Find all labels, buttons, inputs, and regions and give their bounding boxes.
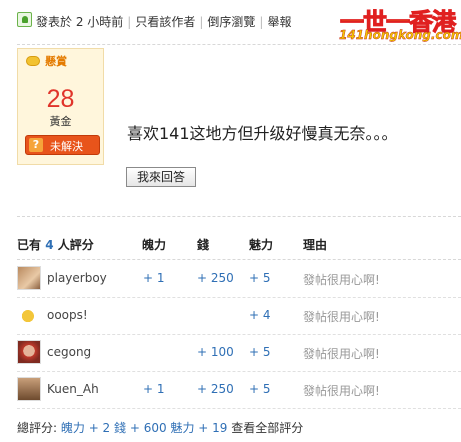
reverse-order-link[interactable]: 倒序瀏覽 bbox=[207, 13, 255, 30]
column-header-charm: 魅力 bbox=[249, 238, 274, 252]
rater-username[interactable]: cegong bbox=[47, 345, 91, 359]
separator: | bbox=[199, 15, 204, 29]
power-value: + 1 bbox=[143, 271, 165, 285]
reason-text: 發帖很用心啊! bbox=[303, 347, 380, 361]
rating-row: playerboy + 1 + 250 + 5 發帖很用心啊! bbox=[17, 261, 461, 298]
column-header-money: 錢 bbox=[197, 238, 210, 252]
post-message: 喜欢141这地方但升级好慢真无奈。。。 bbox=[127, 124, 398, 143]
total-power: 魄力 + 2 bbox=[60, 421, 111, 435]
avatar[interactable] bbox=[17, 303, 41, 327]
online-user-icon bbox=[17, 12, 32, 27]
total-label: 總評分: bbox=[17, 421, 58, 435]
rating-row: ooops! + 4 發帖很用心啊! bbox=[17, 298, 461, 335]
question-icon: ? bbox=[29, 138, 43, 152]
post-meta: 發表於 2 小時前 | 只看該作者 | 倒序瀏覽 | 舉報 bbox=[36, 13, 291, 30]
total-money: 錢 + 600 bbox=[114, 421, 167, 435]
reward-amount: 28 bbox=[46, 85, 75, 113]
reason-text: 發帖很用心啊! bbox=[303, 384, 380, 398]
reward-label: 懸賞 bbox=[45, 55, 67, 68]
status-label: 未解決 bbox=[50, 140, 83, 153]
ratings-prefix: 已有 bbox=[17, 238, 42, 252]
reward-unit: 黃金 bbox=[49, 115, 72, 128]
report-link[interactable]: 舉報 bbox=[267, 13, 291, 30]
gold-coin-icon bbox=[26, 56, 40, 66]
total-charm: 魅力 + 19 bbox=[170, 421, 228, 435]
separator: | bbox=[259, 15, 264, 29]
ratings-suffix: 人評分 bbox=[57, 238, 94, 252]
charm-value: + 5 bbox=[249, 345, 271, 359]
post-toolbar: 發表於 2 小時前 | 只看該作者 | 倒序瀏覽 | 舉報 一世一香港 141hongkon… bbox=[0, 0, 461, 44]
answer-button[interactable]: 我來回答 bbox=[126, 167, 196, 187]
divider bbox=[17, 44, 461, 45]
reward-box: 懸賞 28 黃金 ? 未解決 bbox=[17, 48, 104, 165]
rater-username[interactable]: Kuen_Ah bbox=[47, 382, 99, 396]
ratings-count: 4 bbox=[45, 238, 54, 252]
avatar[interactable] bbox=[17, 266, 41, 290]
rater-username[interactable]: playerboy bbox=[47, 271, 107, 285]
column-header-power: 魄力 bbox=[142, 238, 167, 252]
posted-time: 發表於 2 小時前 bbox=[36, 15, 124, 29]
rater-username[interactable]: ooops! bbox=[47, 308, 88, 322]
money-value: + 250 bbox=[197, 382, 234, 396]
row-divider bbox=[17, 408, 461, 409]
charm-value: + 4 bbox=[249, 308, 271, 322]
total-ratings: 總評分: 魄力 + 2 錢 + 600 魅力 + 19 查看全部評分 bbox=[17, 419, 303, 436]
power-value: + 1 bbox=[143, 382, 165, 396]
only-author-link[interactable]: 只看該作者 bbox=[135, 13, 195, 30]
reason-text: 發帖很用心啊! bbox=[303, 273, 380, 287]
divider bbox=[17, 216, 461, 217]
site-logo[interactable]: 一世一香港 141hongkong.com bbox=[336, 2, 461, 44]
avatar[interactable] bbox=[17, 340, 41, 364]
reason-text: 發帖很用心啊! bbox=[303, 310, 380, 324]
charm-value: + 5 bbox=[249, 271, 271, 285]
rating-row: Kuen_Ah + 1 + 250 + 5 發帖很用心啊! bbox=[17, 372, 461, 409]
column-header-reason: 理由 bbox=[303, 238, 328, 252]
ratings-count-header: 已有 4 人評分 bbox=[17, 236, 94, 253]
divider bbox=[17, 259, 461, 260]
charm-value: + 5 bbox=[249, 382, 271, 396]
separator: | bbox=[127, 15, 132, 29]
logo-text-en: 141hongkong.com bbox=[339, 28, 461, 42]
view-all-ratings-link[interactable]: 查看全部評分 bbox=[231, 421, 303, 435]
money-value: + 250 bbox=[197, 271, 234, 285]
avatar[interactable] bbox=[17, 377, 41, 401]
unresolved-status-button[interactable]: ? 未解決 bbox=[25, 135, 100, 155]
money-value: + 100 bbox=[197, 345, 234, 359]
rating-row: cegong + 100 + 5 發帖很用心啊! bbox=[17, 335, 461, 372]
